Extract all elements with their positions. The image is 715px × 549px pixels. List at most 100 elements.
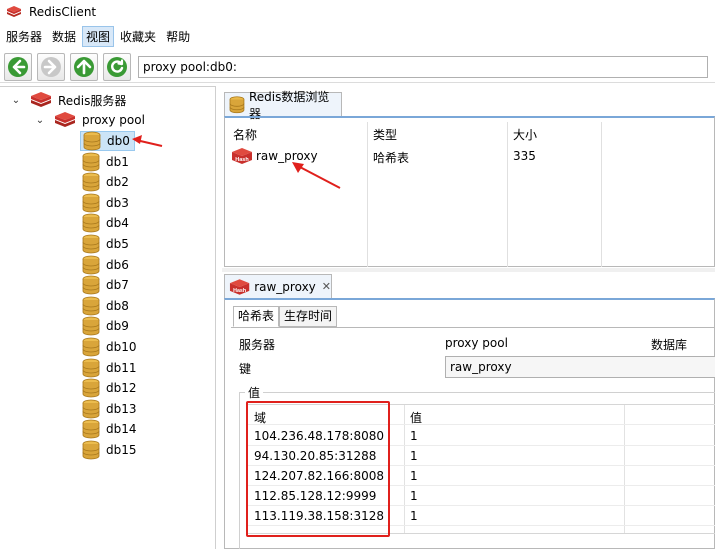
tree-db-label: db7 [106,278,129,293]
database-label: 数据库 [651,338,688,352]
column-header-type[interactable]: 类型 [373,126,397,143]
tree-db-db10[interactable]: db10 [80,337,141,357]
server-value: proxy pool [445,336,508,350]
subtab-hash[interactable]: 哈希表 [233,306,280,327]
tree-db-label: db13 [106,401,137,416]
tree-db-label: db0 [107,134,130,148]
key-row[interactable]: Hash raw_proxy [231,147,318,165]
database-icon [82,275,100,295]
hash-icon-text: Hash [235,157,249,163]
redis-server-icon [31,92,51,107]
tree-db-db2[interactable]: db2 [80,172,133,192]
menu-view[interactable]: 视图 [82,25,115,47]
tree-db-label: db5 [106,237,129,251]
database-icon [82,213,100,233]
tree-db-db1[interactable]: db1 [80,152,133,172]
tree-db-db11[interactable]: db11 [80,358,141,378]
refresh-button[interactable] [103,52,131,81]
hash-icon: Hash [232,148,252,164]
tree-db-label: db2 [106,175,129,190]
key-label: 键 [239,362,252,376]
key-size: 335 [513,149,536,163]
grid-cell-value: 1 [410,469,418,483]
tree-db-db12[interactable]: db12 [80,378,141,398]
menu-data[interactable]: 数据 [48,26,80,47]
chevron-down-icon[interactable]: ⌄ [10,95,22,106]
panel-splitter[interactable] [222,268,715,272]
tree-db-db3[interactable]: db3 [80,193,133,213]
database-icon [82,419,100,439]
database-icon [82,152,100,171]
tab-redis-browser[interactable]: Redis数据浏览器 [224,90,342,121]
tab-raw-proxy[interactable]: Hash raw_proxy ✕ [224,274,332,298]
tree-db-label: db14 [106,422,137,437]
database-icon [82,172,100,192]
tree-db-label: db4 [106,216,129,231]
tree-server-label: proxy pool [82,113,145,127]
grid-cell-value: 1 [410,429,418,443]
refresh-icon [107,56,127,77]
tree-db-label: db11 [106,360,137,375]
tree-db-db4[interactable]: db4 [80,213,133,233]
database-icon [82,193,100,213]
up-button[interactable] [70,52,98,81]
toolbar: proxy pool:db0: [0,51,715,83]
menu-bar: 服务器 数据 视图 收藏夹 帮助 [0,25,715,47]
tree-root[interactable]: ⌄ Redis服务器 [10,90,126,110]
grid-cell-value: 1 [410,449,418,463]
database-icon [82,337,100,357]
key-list-panel: 名称 类型 大小 Hash raw_proxy 哈希表 335 [224,116,715,267]
database-icon [82,378,100,398]
chevron-down-icon[interactable]: ⌄ [34,115,46,126]
menu-server[interactable]: 服务器 [2,26,46,47]
tree-db-db13[interactable]: db13 [80,399,141,419]
back-icon [8,56,28,77]
annotation-highlight-box [246,401,390,537]
tree-db-db8[interactable]: db8 [80,296,133,316]
tree-db-db14[interactable]: db14 [80,419,141,439]
database-icon [82,358,100,377]
column-header-name[interactable]: 名称 [233,126,257,143]
database-icon [82,399,100,419]
grid-header-value[interactable]: 值 [410,409,422,426]
database-icon [82,440,100,460]
hash-icon-text: Hash [233,287,246,293]
server-tree: ⌄ Redis服务器 ⌄ proxy pool db0 db1 db2 db3 db4 d… [0,86,216,549]
tree-db-label: db8 [106,298,129,313]
subtab-ttl[interactable]: 生存时间 [279,306,338,327]
tree-db-db7[interactable]: db7 [80,275,133,295]
value-group-title: 值 [245,384,264,401]
tree-db-db15[interactable]: db15 [80,440,141,460]
column-header-size[interactable]: 大小 [513,126,537,143]
forward-button[interactable] [37,52,65,81]
hash-icon: Hash [229,278,250,295]
tree-db-label: db6 [106,257,129,272]
menu-help[interactable]: 帮助 [162,26,194,47]
tree-db-db9[interactable]: db9 [80,316,133,336]
tree-db-db6[interactable]: db6 [80,255,133,275]
tree-server[interactable]: ⌄ proxy pool [34,110,145,130]
key-name: raw_proxy [256,149,318,163]
tree-db-label: db9 [106,319,129,334]
tree-db-label: db12 [106,381,137,396]
key-type: 哈希表 [373,151,410,165]
database-icon [82,296,100,316]
database-icon [229,95,245,113]
database-icon [82,255,100,274]
tab-raw-proxy-label: raw_proxy [254,279,316,294]
address-bar[interactable]: proxy pool:db0: [138,55,708,78]
database-icon [82,234,100,254]
server-label: 服务器 [239,338,276,352]
close-icon[interactable]: ✕ [322,280,331,293]
tree-db-db5[interactable]: db5 [80,234,133,254]
tree-db-label: db10 [106,340,137,354]
database-icon [82,316,100,336]
title-bar: RedisClient [0,0,715,24]
menu-favorites[interactable]: 收藏夹 [116,26,160,47]
up-icon [74,56,94,77]
key-field[interactable]: raw_proxy [445,356,715,378]
back-button[interactable] [4,52,32,81]
tree-db-label: db3 [106,195,129,210]
redis-logo-icon [7,6,21,17]
tree-db-db0[interactable]: db0 [80,131,135,151]
